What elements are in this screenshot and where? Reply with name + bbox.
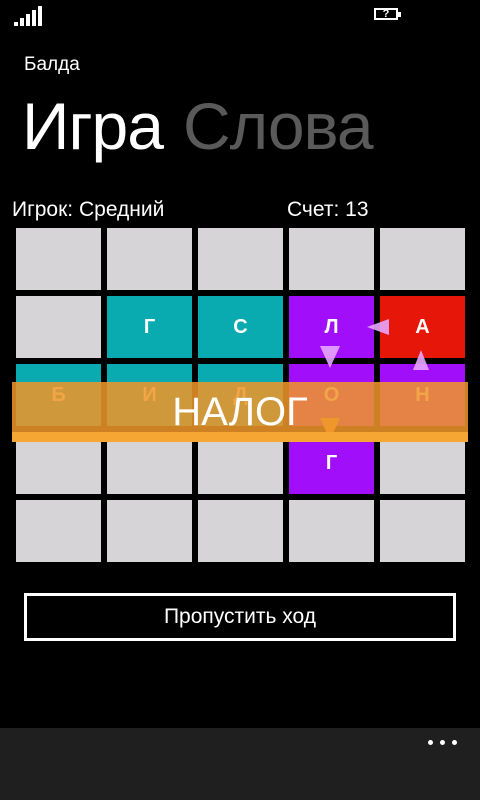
app-title: Балда (24, 54, 80, 75)
ellipsis-icon[interactable] (428, 740, 458, 750)
player-label: Игрок: Средний (12, 198, 165, 221)
battery-charging-icon: ? (372, 8, 404, 22)
signal-strength-icon (14, 6, 44, 26)
score-label: Счет: 13 (287, 198, 369, 221)
board-cell[interactable] (107, 500, 192, 562)
found-word-text: НАЛОГ (172, 390, 308, 434)
board-cell[interactable]: А (380, 296, 465, 358)
app-bar (0, 728, 480, 800)
board-cell[interactable] (198, 228, 283, 290)
board-cell[interactable] (289, 500, 374, 562)
status-bar: ? (0, 0, 480, 32)
board-cell[interactable] (198, 500, 283, 562)
board-cell[interactable] (289, 228, 374, 290)
board-cell[interactable]: С (198, 296, 283, 358)
board-cell[interactable] (107, 228, 192, 290)
board-cell[interactable] (380, 500, 465, 562)
battery-mark: ? (382, 8, 390, 20)
board-cell[interactable]: Г (107, 296, 192, 358)
board-cell[interactable] (16, 500, 101, 562)
pivot-header: Игра Слова (22, 86, 393, 166)
pivot-item-game[interactable]: Игра (22, 86, 164, 166)
skip-turn-button[interactable]: Пропустить ход (24, 593, 456, 641)
board-cell[interactable]: Л (289, 296, 374, 358)
board-cell[interactable] (16, 228, 101, 290)
board-cell[interactable] (16, 296, 101, 358)
board-cell[interactable] (380, 228, 465, 290)
pivot-item-words[interactable]: Слова (183, 86, 374, 166)
